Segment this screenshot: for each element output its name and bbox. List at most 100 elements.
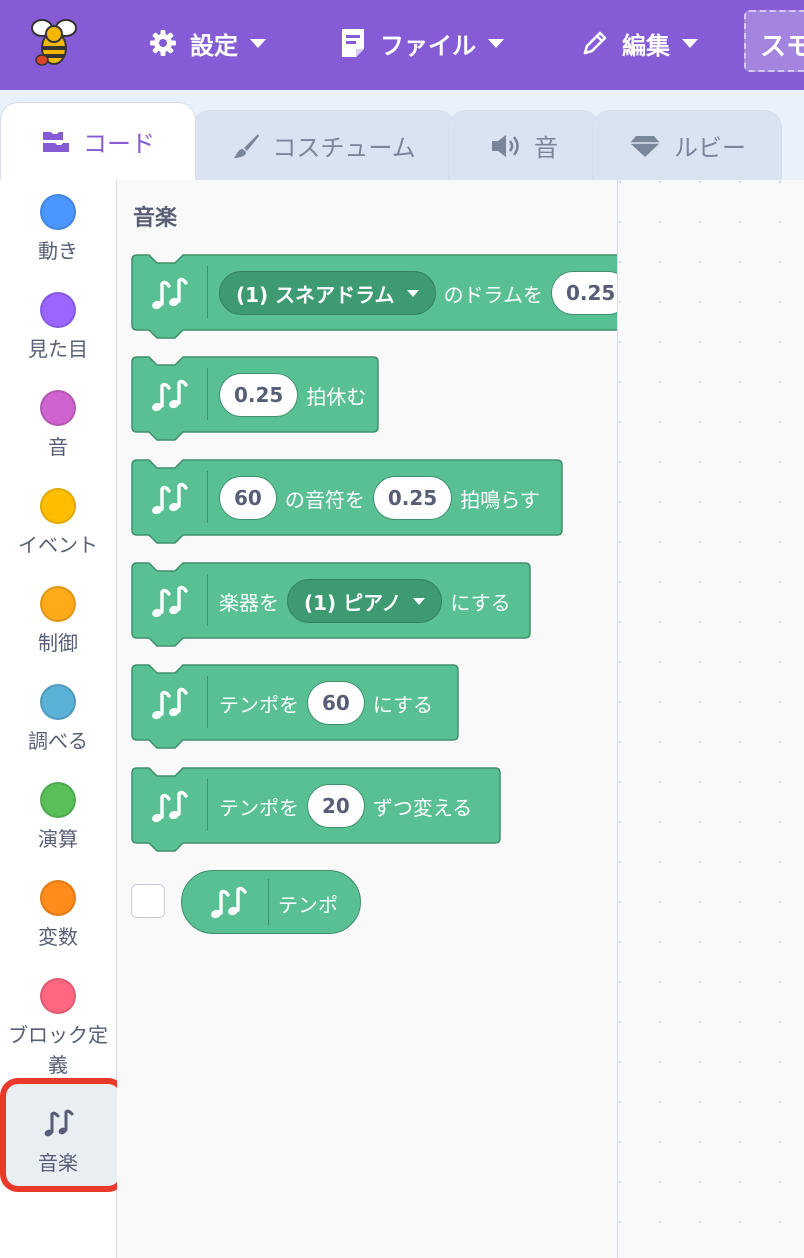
pencil-icon	[578, 26, 612, 60]
block-divider	[207, 471, 208, 523]
category-label: 音楽	[38, 1151, 78, 1175]
tempo-reporter-block[interactable]: テンポ	[181, 870, 361, 934]
category-color-dot	[40, 488, 76, 524]
tab-ruby[interactable]: ルビー	[592, 110, 782, 180]
block-text: のドラムを	[443, 282, 543, 307]
chevron-down-icon	[488, 38, 504, 48]
reporter-label: テンポ	[278, 893, 338, 917]
music-notes-icon	[0, 1106, 116, 1142]
category-label: 見た目	[28, 337, 88, 361]
category-sound[interactable]: 音	[0, 390, 116, 462]
category-color-dot	[40, 684, 76, 720]
category-motion[interactable]: 動き	[0, 194, 116, 266]
category-label: 制御	[38, 631, 78, 655]
note-input[interactable]: 60	[219, 476, 277, 520]
block-text: にする	[450, 590, 511, 615]
category-color-dot	[40, 194, 76, 230]
tab-sound-label: 音	[534, 134, 558, 162]
category-music[interactable]: 音楽	[0, 1106, 116, 1178]
chevron-down-icon	[250, 38, 266, 48]
music-notes-icon	[147, 479, 191, 523]
category-sensing[interactable]: 調べる	[0, 684, 116, 756]
category-color-dot	[40, 292, 76, 328]
settings-label: 設定	[190, 31, 238, 60]
paintbrush-icon	[232, 132, 260, 160]
beats-input[interactable]: 0.25	[219, 373, 299, 417]
tempo-change-input[interactable]: 20	[307, 784, 365, 828]
tab-sound[interactable]: 音	[448, 110, 600, 180]
block-text: テンポを	[219, 795, 299, 820]
file-label: ファイル	[380, 31, 476, 60]
tab-costume[interactable]: コスチューム	[192, 110, 456, 180]
file-menu[interactable]: ファイル	[336, 20, 504, 66]
set-tempo-block[interactable]: テンポを 60 にする	[131, 664, 459, 749]
edit-menu[interactable]: 編集	[578, 20, 698, 66]
category-label: イベント	[18, 533, 98, 557]
category-sidebar: 動き 見た目 音 イベント 制御 調べる 演算 変数 ブロック定義 音楽	[0, 180, 118, 1258]
music-notes-icon	[147, 376, 191, 420]
speaker-icon	[490, 133, 522, 159]
category-variables[interactable]: 変数	[0, 880, 116, 952]
category-color-dot	[40, 586, 76, 622]
instrument-dropdown-value: (1) ピアノ	[304, 590, 402, 615]
block-divider	[207, 266, 208, 318]
music-notes-icon	[147, 274, 191, 318]
category-label: 変数	[38, 925, 78, 949]
beats-input[interactable]: 0.25	[372, 476, 453, 520]
settings-menu[interactable]: 設定	[146, 20, 266, 66]
instrument-dropdown[interactable]: (1) ピアノ	[287, 579, 443, 623]
block-text: の音符を	[284, 487, 365, 512]
change-tempo-block[interactable]: テンポを 20 ずつ変える	[131, 767, 501, 852]
category-events[interactable]: イベント	[0, 488, 116, 560]
category-color-dot	[40, 390, 76, 426]
tab-costume-label: コスチューム	[272, 134, 416, 162]
palette-section-title: 音楽	[133, 206, 178, 231]
set-instrument-block[interactable]: 楽器を (1) ピアノ にする	[131, 562, 531, 647]
music-notes-icon	[206, 883, 250, 927]
block-text: ずつ変える	[372, 795, 473, 820]
category-operators[interactable]: 演算	[0, 782, 116, 854]
category-label: 動き	[38, 239, 78, 263]
music-notes-icon	[147, 582, 191, 626]
play-drum-block[interactable]: (1) スネアドラム のドラムを 0.25	[131, 254, 617, 339]
music-notes-icon	[147, 787, 191, 831]
category-color-dot	[40, 782, 76, 818]
category-label: 演算	[38, 827, 78, 851]
block-text: にする	[372, 692, 434, 717]
play-note-block[interactable]: 60 の音符を 0.25 拍鳴らす	[131, 459, 563, 544]
block-text: 拍鳴らす	[460, 487, 540, 512]
music-notes-icon	[147, 684, 191, 728]
tempo-input[interactable]: 60	[307, 681, 365, 725]
category-label: 調べる	[28, 729, 88, 753]
rest-block[interactable]: 0.25 拍休む	[131, 356, 379, 441]
tempo-monitor-checkbox[interactable]	[131, 884, 165, 918]
block-divider	[207, 779, 208, 831]
chevron-down-icon	[406, 289, 419, 297]
block-palette: 音楽 (1) スネアドラム のドラムを 0.25 0.25 拍休む 60 の音符…	[117, 180, 618, 1258]
drum-dropdown[interactable]: (1) スネアドラム	[219, 271, 436, 315]
block-text: テンポを	[219, 692, 299, 717]
category-looks[interactable]: 見た目	[0, 292, 116, 364]
tab-code[interactable]: コード	[0, 102, 196, 180]
code-blocks-icon	[41, 130, 71, 154]
category-my-blocks[interactable]: ブロック定義	[0, 978, 116, 1080]
category-label: 音	[48, 435, 68, 459]
tab-code-label: コード	[83, 130, 155, 158]
block-divider	[207, 368, 208, 420]
block-divider	[207, 574, 208, 626]
bee-logo-icon[interactable]	[28, 14, 80, 70]
file-icon	[336, 26, 370, 60]
menu-bar: 設定 ファイル 編集 スモ	[0, 0, 804, 90]
project-title-field[interactable]: スモ	[744, 10, 804, 72]
beats-input[interactable]: 0.25	[550, 271, 617, 315]
category-color-dot	[40, 880, 76, 916]
chevron-down-icon	[682, 38, 698, 48]
drum-dropdown-value: (1) スネアドラム	[236, 282, 395, 307]
script-workspace[interactable]	[618, 180, 804, 1258]
block-divider	[207, 676, 208, 728]
category-control[interactable]: 制御	[0, 586, 116, 658]
category-label: ブロック定義	[8, 1023, 108, 1077]
gear-icon	[146, 26, 180, 60]
editor-tabs: コード コスチューム 音 ルビー	[0, 90, 804, 180]
category-color-dot	[40, 978, 76, 1014]
